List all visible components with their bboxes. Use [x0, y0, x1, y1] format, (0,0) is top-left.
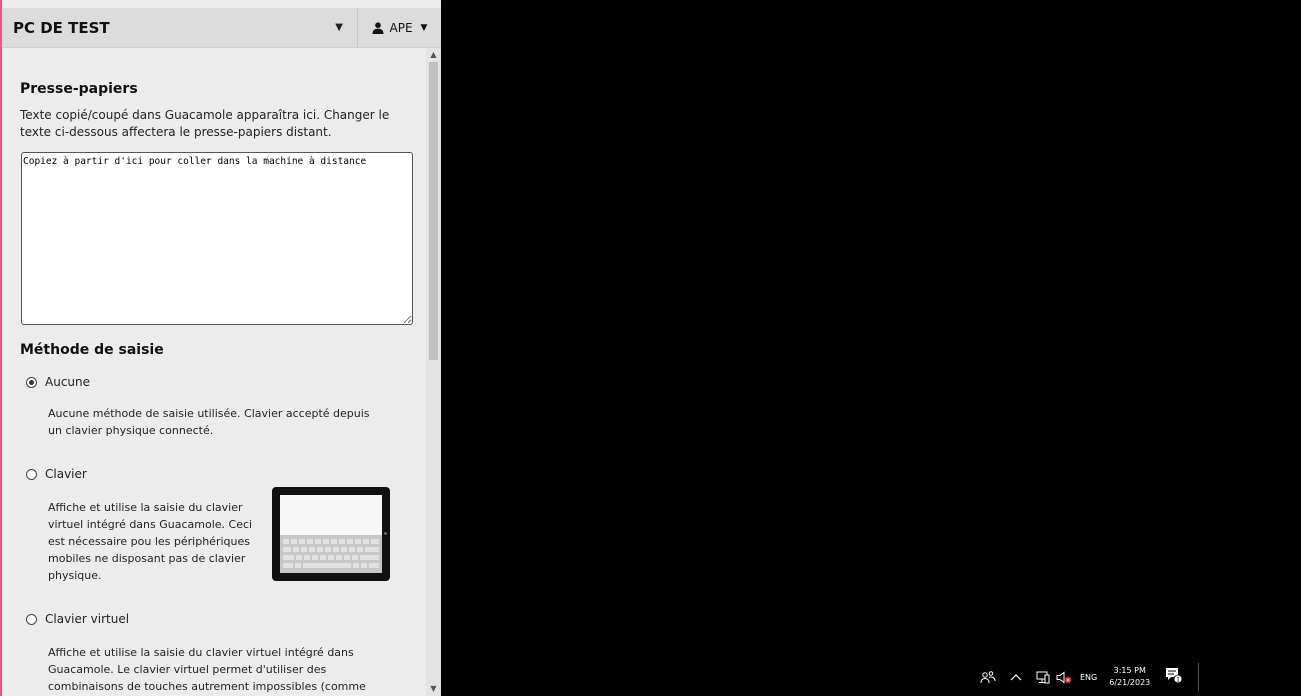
- taskbar-clock[interactable]: 3:15 PM 6/21/2023: [1109, 665, 1150, 689]
- chevron-up-icon[interactable]: [1010, 672, 1022, 682]
- scrollbar-thumb[interactable]: [429, 62, 438, 360]
- radio-virtual-keyboard[interactable]: [26, 613, 37, 625]
- option-none-description: Aucune méthode de saisie utilisée. Clavi…: [48, 407, 370, 437]
- clock-time: 3:15 PM: [1113, 666, 1146, 675]
- clipboard-heading: Presse-papiers: [20, 81, 138, 97]
- radio-virtual-keyboard-label: Clavier virtuel: [45, 612, 130, 626]
- radio-none-row[interactable]: Aucune: [26, 372, 414, 392]
- radio-none[interactable]: [26, 376, 37, 388]
- clipboard-textarea[interactable]: [21, 152, 413, 325]
- user-menu-button[interactable]: APE ▼: [357, 8, 441, 47]
- people-icon[interactable]: [980, 670, 996, 684]
- notification-count: 1: [1176, 677, 1180, 684]
- user-icon: [372, 21, 384, 34]
- input-method-option-none: Aucune Aucune méthode de saisie utilisée…: [26, 372, 414, 439]
- radio-virtual-keyboard-row[interactable]: Clavier virtuel: [26, 609, 414, 629]
- clock-date: 6/21/2023: [1109, 678, 1151, 687]
- input-method-option-virtual-keyboard: Clavier virtuel Affiche et utilise la sa…: [26, 609, 414, 696]
- scroll-down-icon[interactable]: ▼: [426, 682, 441, 696]
- remote-desktop-screen[interactable]: PC DE TEST ▼ APE ▼ Presse-papiers Texte …: [0, 0, 1301, 696]
- tablet-keyboard-illustration: [272, 487, 390, 581]
- radio-keyboard-label: Clavier: [45, 467, 87, 481]
- caret-down-icon: ▼: [335, 22, 343, 33]
- caret-down-icon: ▼: [420, 22, 428, 33]
- option-keyboard-description: Affiche et utilise la saisie du clavier …: [48, 501, 253, 582]
- taskbar-system-tray: ENG 3:15 PM 6/21/2023 1: [980, 662, 1200, 692]
- menu-scroll-area[interactable]: Presse-papiers Texte copié/coupé dans Gu…: [2, 48, 426, 696]
- option-virtual-keyboard-description: Affiche et utilise la saisie du clavier …: [48, 646, 366, 693]
- volume-muted-icon[interactable]: [1056, 671, 1072, 684]
- guacamole-side-menu: PC DE TEST ▼ APE ▼ Presse-papiers Texte …: [0, 0, 441, 696]
- menu-scrollbar[interactable]: ▲ ▼: [426, 48, 441, 696]
- scroll-up-icon[interactable]: ▲: [426, 48, 441, 62]
- connection-selector[interactable]: PC DE TEST ▼: [2, 8, 357, 47]
- notification-center-icon[interactable]: 1: [1164, 666, 1184, 688]
- show-desktop-divider[interactable]: [1198, 663, 1200, 691]
- input-method-option-keyboard: Clavier Affiche et utilise la saisie du …: [26, 464, 414, 584]
- input-method-heading: Méthode de saisie: [20, 342, 164, 358]
- radio-none-label: Aucune: [45, 375, 91, 389]
- radio-keyboard-row[interactable]: Clavier: [26, 464, 414, 484]
- menu-header: PC DE TEST ▼ APE ▼: [2, 8, 441, 48]
- network-icon[interactable]: [1036, 671, 1050, 684]
- clipboard-description: Texte copié/coupé dans Guacamole apparaî…: [20, 108, 390, 139]
- language-indicator[interactable]: ENG: [1080, 673, 1097, 682]
- radio-keyboard[interactable]: [26, 468, 37, 480]
- connection-name: PC DE TEST: [13, 18, 110, 37]
- user-name: APE: [389, 20, 413, 35]
